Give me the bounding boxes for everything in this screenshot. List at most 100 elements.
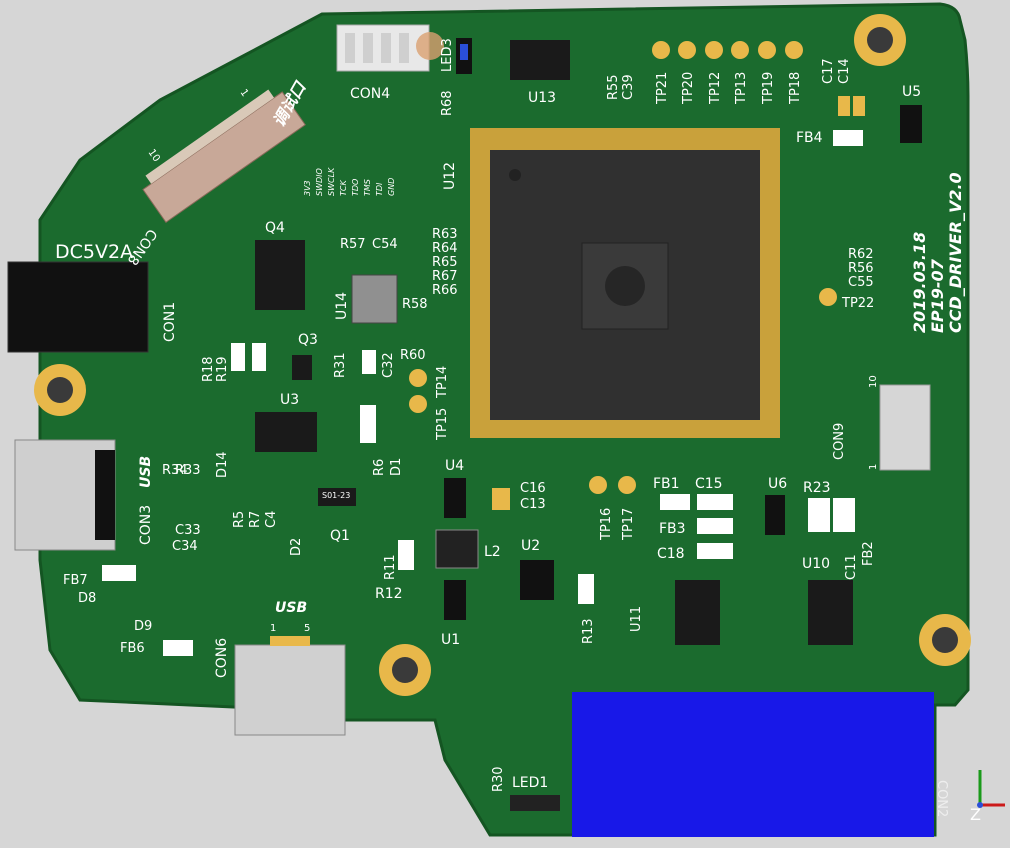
swd-pin-3v3: 3V3 xyxy=(303,180,312,196)
usb-silk-con3: USB xyxy=(138,456,154,488)
ref-c18: C18 xyxy=(657,546,685,562)
ref-tp13: TP13 xyxy=(734,72,749,105)
mounting-hole xyxy=(854,14,906,66)
ref-r12: R12 xyxy=(375,586,403,602)
u3-chip xyxy=(255,412,317,452)
ref-c11: C11 xyxy=(844,554,859,580)
ref-u1: U1 xyxy=(441,632,460,648)
ref-r56: R56 xyxy=(848,261,874,276)
ref-r30: R30 xyxy=(491,766,506,792)
ref-tp21: TP21 xyxy=(655,72,670,105)
ref-con3: CON3 xyxy=(138,505,154,545)
ref-fb3: FB3 xyxy=(659,521,686,537)
ref-d9: D9 xyxy=(134,619,152,634)
usb-silk-con6: USB xyxy=(275,600,307,616)
mounting-hole xyxy=(34,364,86,416)
ref-tp17: TP17 xyxy=(621,508,636,541)
pin-con9-10: 10 xyxy=(868,375,879,388)
l2-inductor xyxy=(435,529,479,569)
ref-c55: C55 xyxy=(848,275,874,290)
blue-component-block xyxy=(572,692,934,837)
ref-c13: C13 xyxy=(520,497,546,512)
ref-r13: R13 xyxy=(581,618,596,644)
ref-d1: D1 xyxy=(389,458,404,476)
ref-led3: LED3 xyxy=(440,38,455,72)
ref-r62: R62 xyxy=(848,247,874,262)
u14-chip xyxy=(351,274,398,324)
swd-pin-swdio: SWDIO xyxy=(315,168,324,196)
ref-u13: U13 xyxy=(528,90,556,106)
ref-r6: R6 xyxy=(372,459,387,476)
pin-con6-5: 5 xyxy=(304,623,310,634)
ref-q1: Q1 xyxy=(330,528,350,544)
ref-u10: U10 xyxy=(802,556,830,572)
ref-tp18: TP18 xyxy=(788,72,803,105)
ref-fb1: FB1 xyxy=(653,476,680,492)
ref-con9: CON9 xyxy=(832,423,847,460)
u11-chip xyxy=(675,580,720,645)
board-date: 2019.03.18 xyxy=(910,232,929,333)
ref-r55: R55 xyxy=(606,74,621,100)
u6-chip xyxy=(765,495,785,535)
swd-pin-swclk: SWCLK xyxy=(327,167,336,196)
u2-chip xyxy=(520,560,554,600)
q3-chip xyxy=(292,355,312,380)
ref-con1: CON1 xyxy=(162,302,178,342)
ref-r5: R5 xyxy=(232,511,247,528)
q4-chip xyxy=(255,240,305,310)
swd-pin-tck: TCK xyxy=(339,180,348,196)
ref-d8: D8 xyxy=(78,591,96,606)
board-project: EP19-07 xyxy=(928,258,947,333)
ref-r58: R58 xyxy=(402,297,428,312)
ref-c14: C14 xyxy=(837,58,852,84)
ref-r11: R11 xyxy=(383,554,398,580)
ref-r66: R66 xyxy=(432,283,458,298)
pin-con6-1: 1 xyxy=(270,623,276,634)
ref-r63: R63 xyxy=(432,227,458,242)
ref-u14: U14 xyxy=(334,292,350,320)
ref-r57: R57 xyxy=(340,237,366,252)
con1-power-jack xyxy=(7,261,149,353)
u1-chip xyxy=(444,580,466,620)
ref-r23: R23 xyxy=(803,480,831,496)
ref-con6: CON6 xyxy=(214,638,230,678)
ref-c4: C4 xyxy=(264,511,279,528)
axis-z-label: Z xyxy=(970,805,981,824)
ref-fb4: FB4 xyxy=(796,130,823,146)
ref-fb2: FB2 xyxy=(861,541,876,566)
ref-r18: R18 xyxy=(201,356,216,382)
con4-connector xyxy=(336,24,430,72)
ref-r64: R64 xyxy=(432,241,458,256)
swd-pin-tdi: TDI xyxy=(375,182,384,196)
pcb-3d-view: DC5V2A CON4 U13 Q4 Q3 U3 Q1 U4 L2 U2 U1 … xyxy=(7,2,1005,837)
ref-c15: C15 xyxy=(695,476,723,492)
ref-u3: U3 xyxy=(280,392,299,408)
ref-d14: D14 xyxy=(215,451,230,478)
ref-c39: C39 xyxy=(621,74,636,100)
ref-con4: CON4 xyxy=(350,86,390,102)
board-name: CCD_DRIVER_V2.0 xyxy=(946,172,965,333)
ref-u6: U6 xyxy=(768,476,787,492)
q1-mark: S01-23 xyxy=(322,491,350,500)
ref-u4: U4 xyxy=(445,458,464,474)
ref-fb7: FB7 xyxy=(63,573,88,588)
pin-con9-1: 1 xyxy=(868,464,879,470)
ref-l2: L2 xyxy=(484,544,501,560)
axis-gizmo xyxy=(977,770,1005,808)
ref-u5: U5 xyxy=(902,84,921,100)
ref-r67: R67 xyxy=(432,269,458,284)
ref-fb6: FB6 xyxy=(120,641,145,656)
mounting-hole xyxy=(379,644,431,696)
ref-c33: C33 xyxy=(175,523,201,538)
u12-mcu xyxy=(470,128,780,438)
ref-c54: C54 xyxy=(372,237,398,252)
u5-chip xyxy=(900,105,922,143)
u13-chip xyxy=(510,40,570,80)
ref-q4: Q4 xyxy=(265,220,285,236)
led3-lens xyxy=(460,44,468,60)
ref-tp15: TP15 xyxy=(435,408,450,441)
ref-r60: R60 xyxy=(400,348,426,363)
ref-r31: R31 xyxy=(333,352,348,378)
mounting-hole xyxy=(919,614,971,666)
ref-c34: C34 xyxy=(172,539,198,554)
